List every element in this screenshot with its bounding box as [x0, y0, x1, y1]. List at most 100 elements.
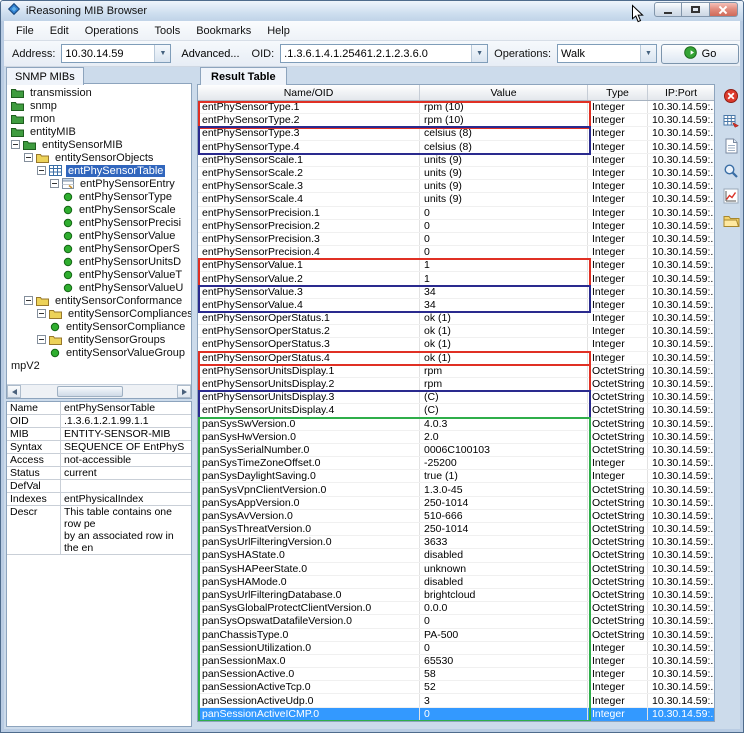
- result-row-panSessionActive.0[interactable]: panSessionActive.058Integer10.30.14.59:.…: [198, 668, 714, 681]
- chevron-down-icon[interactable]: ▼: [471, 45, 487, 62]
- tree-item-entPhySensorValueT[interactable]: entPhySensorValueT: [7, 268, 191, 281]
- result-row-panSysThreatVersion.0[interactable]: panSysThreatVersion.0250-1014OctetString…: [198, 523, 714, 536]
- tree-item-snmp[interactable]: snmp: [7, 99, 191, 112]
- tree-item-entitySensorObjects[interactable]: entitySensorObjects: [7, 151, 191, 164]
- chevron-down-icon[interactable]: ▼: [640, 45, 656, 62]
- collapse-icon[interactable]: [50, 179, 59, 188]
- tree-item-entitySensorCompliances[interactable]: entitySensorCompliances: [7, 307, 191, 320]
- result-row-entPhySensorType.2[interactable]: entPhySensorType.2rpm (10)Integer10.30.1…: [198, 114, 714, 127]
- result-row-panChassisType.0[interactable]: panChassisType.0PA-500OctetString10.30.1…: [198, 629, 714, 642]
- result-row-entPhySensorPrecision.3[interactable]: entPhySensorPrecision.30Integer10.30.14.…: [198, 233, 714, 246]
- tree-item-entPhySensorOperS[interactable]: entPhySensorOperS: [7, 242, 191, 255]
- open-folder-icon[interactable]: [722, 212, 740, 230]
- result-row-panSysDaylightSaving.0[interactable]: panSysDaylightSaving.0true (1)Integer10.…: [198, 470, 714, 483]
- tree-item-entPhySensorScale[interactable]: entPhySensorScale: [7, 203, 191, 216]
- tree-horizontal-scrollbar[interactable]: [7, 384, 191, 398]
- tree-item-entitySensorMIB[interactable]: entitySensorMIB: [7, 138, 191, 151]
- result-row-entPhySensorOperStatus.1[interactable]: entPhySensorOperStatus.1ok (1)Integer10.…: [198, 312, 714, 325]
- advanced-button[interactable]: Advanced...: [181, 48, 239, 60]
- tree-item-rmon[interactable]: rmon: [7, 112, 191, 125]
- collapse-icon[interactable]: [37, 309, 46, 318]
- result-row-entPhySensorScale.4[interactable]: entPhySensorScale.4units (9)Integer10.30…: [198, 193, 714, 206]
- result-row-entPhySensorOperStatus.3[interactable]: entPhySensorOperStatus.3ok (1)Integer10.…: [198, 338, 714, 351]
- collapse-icon[interactable]: [37, 335, 46, 344]
- result-row-entPhySensorType.4[interactable]: entPhySensorType.4celsius (8)Integer10.3…: [198, 141, 714, 154]
- result-row-entPhySensorValue.4[interactable]: entPhySensorValue.434Integer10.30.14.59:…: [198, 299, 714, 312]
- tree-item-transmission[interactable]: transmission: [7, 86, 191, 99]
- menu-operations[interactable]: Operations: [77, 23, 147, 39]
- tree-item-entPhySensorPrecisi[interactable]: entPhySensorPrecisi: [7, 216, 191, 229]
- tree-item-entPhySensorType[interactable]: entPhySensorType: [7, 190, 191, 203]
- result-row-entPhySensorUnitsDisplay.1[interactable]: entPhySensorUnitsDisplay.1rpmOctetString…: [198, 365, 714, 378]
- snmp-mibs-tab[interactable]: SNMP MIBs: [6, 67, 84, 85]
- graph-icon[interactable]: [722, 187, 740, 205]
- column-header-name-oid[interactable]: Name/OID: [198, 85, 420, 100]
- column-header-type[interactable]: Type: [588, 85, 648, 100]
- result-row-panSessionActiveICMP.0[interactable]: panSessionActiveICMP.00Integer10.30.14.5…: [198, 708, 714, 721]
- tree-item-entPhySensorUnitsD[interactable]: entPhySensorUnitsD: [7, 255, 191, 268]
- result-row-panSessionUtilization.0[interactable]: panSessionUtilization.00Integer10.30.14.…: [198, 642, 714, 655]
- result-row-panSysTimeZoneOffset.0[interactable]: panSysTimeZoneOffset.0-25200Integer10.30…: [198, 457, 714, 470]
- collapse-icon[interactable]: [11, 140, 20, 149]
- result-row-entPhySensorPrecision.4[interactable]: entPhySensorPrecision.40Integer10.30.14.…: [198, 246, 714, 259]
- result-row-panSysVpnClientVersion.0[interactable]: panSysVpnClientVersion.01.3.0-45OctetStr…: [198, 483, 714, 496]
- tree-item-entitySensorGroups[interactable]: entitySensorGroups: [7, 333, 191, 346]
- result-row-entPhySensorPrecision.2[interactable]: entPhySensorPrecision.20Integer10.30.14.…: [198, 220, 714, 233]
- menu-bookmarks[interactable]: Bookmarks: [188, 23, 259, 39]
- tree-item-entitySensorCompliance[interactable]: entitySensorCompliance: [7, 320, 191, 333]
- result-row-panSysAppVersion.0[interactable]: panSysAppVersion.0250-1014OctetString10.…: [198, 497, 714, 510]
- result-row-panSessionActiveUdp.0[interactable]: panSessionActiveUdp.03Integer10.30.14.59…: [198, 694, 714, 707]
- result-row-entPhySensorScale.1[interactable]: entPhySensorScale.1units (9)Integer10.30…: [198, 154, 714, 167]
- result-row-entPhySensorType.1[interactable]: entPhySensorType.1rpm (10)Integer10.30.1…: [198, 101, 714, 114]
- tree-item-entitySensorValueGroup[interactable]: entitySensorValueGroup: [7, 346, 191, 359]
- zoom-icon[interactable]: [722, 162, 740, 180]
- result-row-entPhySensorType.3[interactable]: entPhySensorType.3celsius (8)Integer10.3…: [198, 127, 714, 140]
- result-row-entPhySensorUnitsDisplay.3[interactable]: entPhySensorUnitsDisplay.3(C)OctetString…: [198, 391, 714, 404]
- result-row-entPhySensorValue.2[interactable]: entPhySensorValue.21Integer10.30.14.59:.…: [198, 272, 714, 285]
- chevron-down-icon[interactable]: ▼: [154, 45, 170, 62]
- clear-icon[interactable]: [722, 87, 740, 105]
- result-row-panSysHAMode.0[interactable]: panSysHAMode.0disabledOctetString10.30.1…: [198, 576, 714, 589]
- tree-item-entPhySensorEntry[interactable]: entPhySensorEntry: [7, 177, 191, 190]
- result-row-panSysAvVersion.0[interactable]: panSysAvVersion.0510-666OctetString10.30…: [198, 510, 714, 523]
- result-row-panSysOpswatDatafileVersion.0[interactable]: panSysOpswatDatafileVersion.00OctetStrin…: [198, 615, 714, 628]
- column-header-value[interactable]: Value: [420, 85, 588, 100]
- result-row-entPhySensorValue.3[interactable]: entPhySensorValue.334Integer10.30.14.59:…: [198, 286, 714, 299]
- result-row-panSysHAState.0[interactable]: panSysHAState.0disabledOctetString10.30.…: [198, 549, 714, 562]
- result-row-panSysHAPeerState.0[interactable]: panSysHAPeerState.0unknownOctetString10.…: [198, 563, 714, 576]
- result-row-panSysHwVersion.0[interactable]: panSysHwVersion.02.0OctetString10.30.14.…: [198, 431, 714, 444]
- result-row-panSysSerialNumber.0[interactable]: panSysSerialNumber.00006C100103OctetStri…: [198, 444, 714, 457]
- document-icon[interactable]: [722, 137, 740, 155]
- tree-item-entPhySensorTable[interactable]: entPhySensorTable: [7, 164, 191, 177]
- export-icon[interactable]: [722, 112, 740, 130]
- close-button[interactable]: [710, 2, 738, 17]
- result-row-entPhySensorScale.2[interactable]: entPhySensorScale.2units (9)Integer10.30…: [198, 167, 714, 180]
- result-row-entPhySensorOperStatus.4[interactable]: entPhySensorOperStatus.4ok (1)Integer10.…: [198, 352, 714, 365]
- result-row-entPhySensorUnitsDisplay.2[interactable]: entPhySensorUnitsDisplay.2rpmOctetString…: [198, 378, 714, 391]
- tree-item-mpV2[interactable]: mpV2: [7, 359, 191, 372]
- scroll-left-button[interactable]: [7, 385, 21, 398]
- menu-tools[interactable]: Tools: [147, 23, 189, 39]
- tree-item-entPhySensorValueU[interactable]: entPhySensorValueU: [7, 281, 191, 294]
- go-button[interactable]: Go: [661, 44, 739, 64]
- oid-combo[interactable]: .1.3.6.1.4.1.25461.2.1.2.3.6.0 ▼: [280, 44, 488, 63]
- result-row-entPhySensorPrecision.1[interactable]: entPhySensorPrecision.10Integer10.30.14.…: [198, 207, 714, 220]
- column-header-ip-port[interactable]: IP:Port: [648, 85, 714, 100]
- tree-item-entityMIB[interactable]: entityMIB: [7, 125, 191, 138]
- tree-item-entitySensorConformance[interactable]: entitySensorConformance: [7, 294, 191, 307]
- address-combo[interactable]: 10.30.14.59 ▼: [61, 44, 171, 63]
- result-row-entPhySensorValue.1[interactable]: entPhySensorValue.11Integer10.30.14.59:.…: [198, 259, 714, 272]
- result-row-entPhySensorOperStatus.2[interactable]: entPhySensorOperStatus.2ok (1)Integer10.…: [198, 325, 714, 338]
- result-row-panSysGlobalProtectClientVersion.0[interactable]: panSysGlobalProtectClientVersion.00.0.0O…: [198, 602, 714, 615]
- result-row-panSysSwVersion.0[interactable]: panSysSwVersion.04.0.3OctetString10.30.1…: [198, 418, 714, 431]
- menu-help[interactable]: Help: [259, 23, 298, 39]
- scroll-right-button[interactable]: [177, 385, 191, 398]
- result-row-entPhySensorUnitsDisplay.4[interactable]: entPhySensorUnitsDisplay.4(C)OctetString…: [198, 404, 714, 417]
- menu-edit[interactable]: Edit: [42, 23, 77, 39]
- result-row-panSessionMax.0[interactable]: panSessionMax.065530Integer10.30.14.59:.…: [198, 655, 714, 668]
- result-table-tab[interactable]: Result Table: [200, 67, 287, 85]
- result-row-entPhySensorScale.3[interactable]: entPhySensorScale.3units (9)Integer10.30…: [198, 180, 714, 193]
- tree-item-entPhySensorValue[interactable]: entPhySensorValue: [7, 229, 191, 242]
- maximize-button[interactable]: [682, 2, 710, 17]
- result-row-panSysUrlFilteringVersion.0[interactable]: panSysUrlFilteringVersion.03633OctetStri…: [198, 536, 714, 549]
